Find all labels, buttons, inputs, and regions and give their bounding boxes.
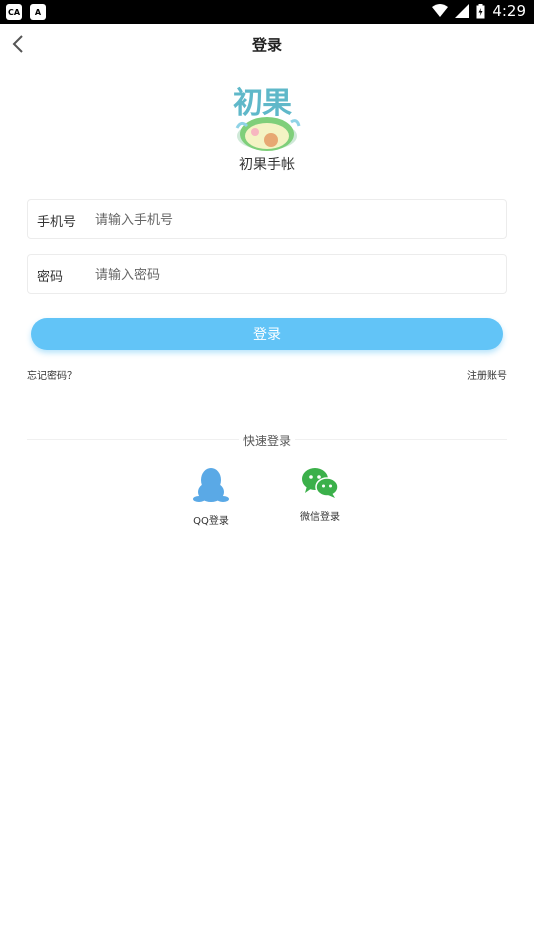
qq-login-label: QQ登录 [193,516,229,527]
nav-header: 登录 [0,24,534,64]
quick-login-title: 快速登录 [0,432,534,449]
phone-field: 手机号 [27,199,507,239]
signal-icon [455,4,470,18]
a-notification-icon: A [30,4,46,20]
qq-icon [193,468,229,502]
app-logo: 初果 [227,78,307,152]
status-bar: CA A 4:29 [0,0,534,24]
page-title: 登录 [251,36,282,54]
battery-icon [476,3,485,18]
ca-notification-icon: CA [6,4,22,20]
login-button[interactable]: 登录 [31,318,503,350]
password-input[interactable] [95,261,495,289]
password-field: 密码 [27,254,507,294]
status-left: CA A [6,4,46,20]
quick-login-title-text: 快速登录 [238,434,295,448]
phone-input[interactable] [95,206,495,234]
wechat-icon [302,468,339,498]
password-label: 密码 [37,270,64,285]
logo-text: 初果 [233,86,292,121]
wifi-icon [432,4,449,17]
wechat-login-button[interactable]: 微信登录 [290,466,350,523]
phone-label: 手机号 [37,215,77,230]
forgot-password-link[interactable]: 忘记密码？ [27,367,77,382]
status-right: 4:29 [432,2,526,20]
app-name: 初果手帐 [239,157,295,173]
register-link[interactable]: 注册账号 [467,367,507,382]
status-time: 4:29 [492,2,526,20]
qq-login-button[interactable]: QQ登录 [181,466,241,527]
wechat-login-label: 微信登录 [300,512,340,523]
